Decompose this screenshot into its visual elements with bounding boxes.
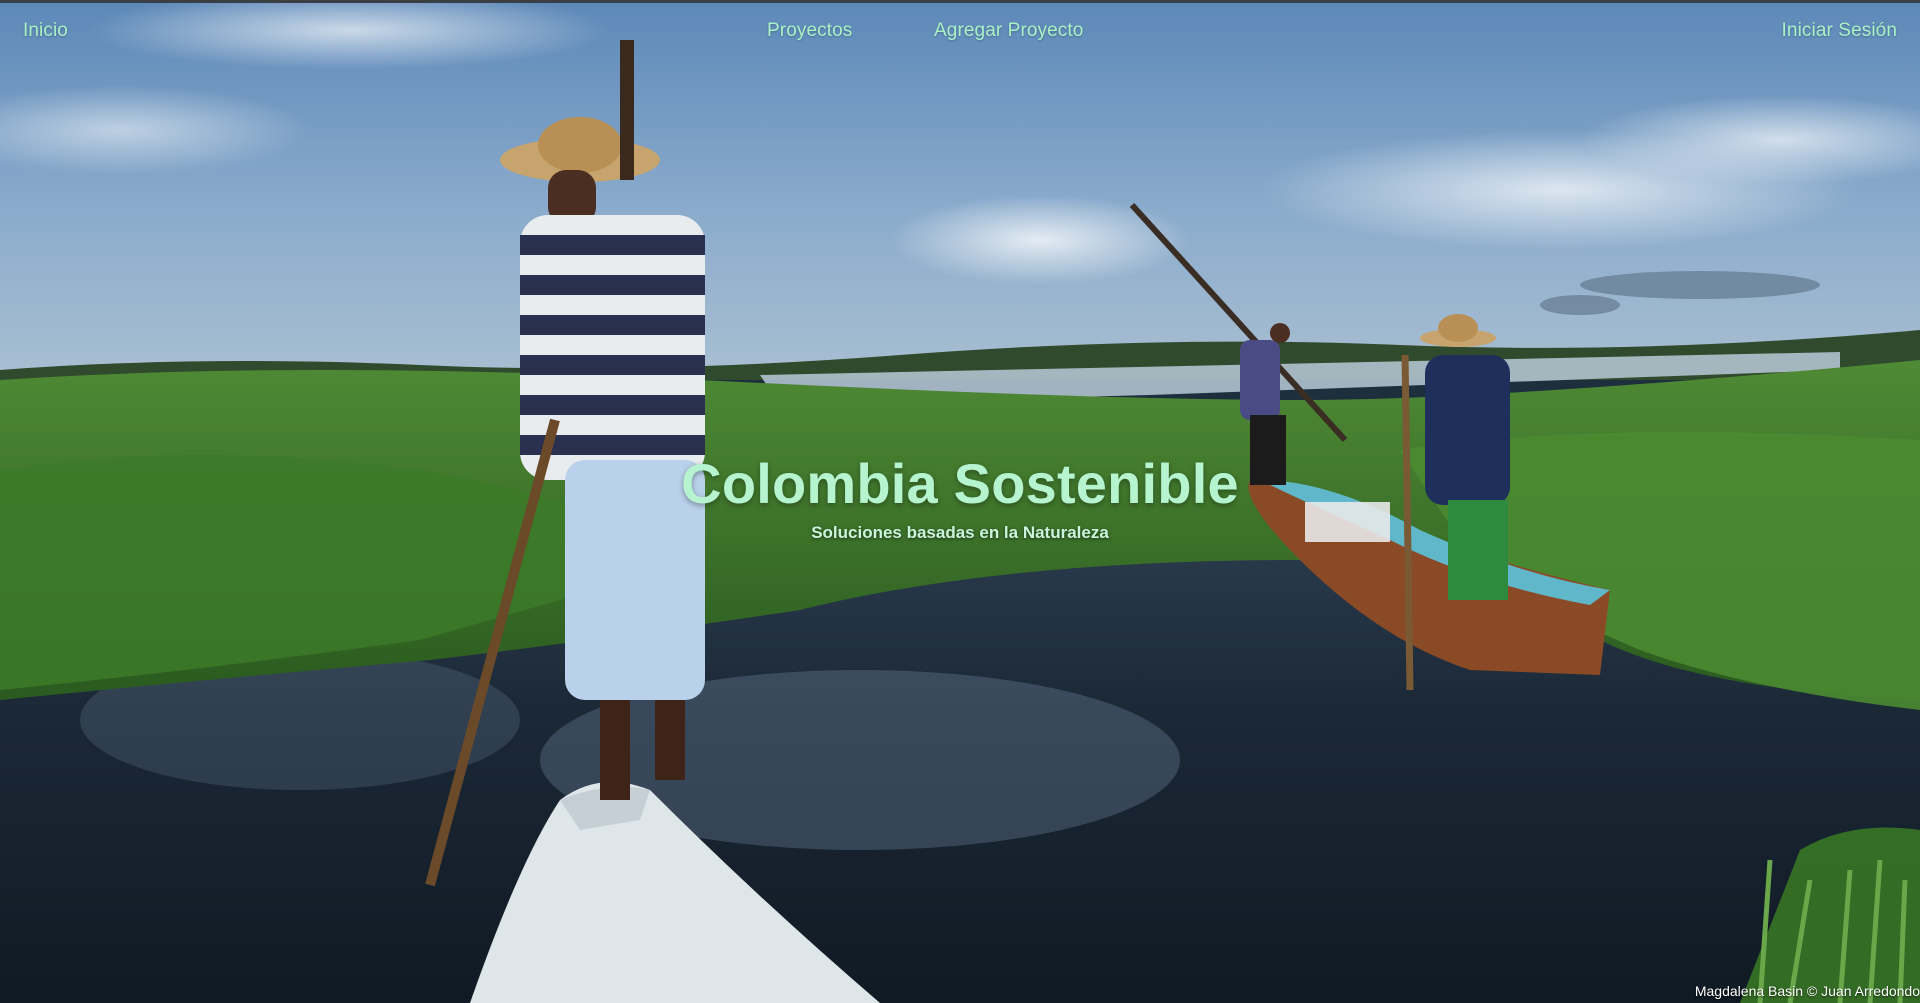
nav-link-agregar-proyecto[interactable]: Agregar Proyecto: [934, 20, 1083, 42]
nav-link-iniciar-sesion[interactable]: Iniciar Sesión: [1782, 20, 1897, 42]
hero-subtitle: Soluciones basadas en la Naturaleza: [811, 523, 1109, 542]
hero-section: Inicio Proyectos Agregar Proyecto Inicia…: [0, 0, 1920, 1003]
nav-link-proyectos[interactable]: Proyectos: [767, 20, 852, 42]
hero-title-block: Colombia Sostenible Soluciones basadas e…: [0, 450, 1920, 544]
nav-link-inicio[interactable]: Inicio: [23, 20, 68, 42]
top-navigation: Inicio Proyectos Agregar Proyecto Inicia…: [0, 0, 1920, 64]
photo-credit: Magdalena Basin © Juan Arredondo: [1694, 983, 1920, 999]
hero-title: Colombia Sostenible: [681, 452, 1239, 515]
